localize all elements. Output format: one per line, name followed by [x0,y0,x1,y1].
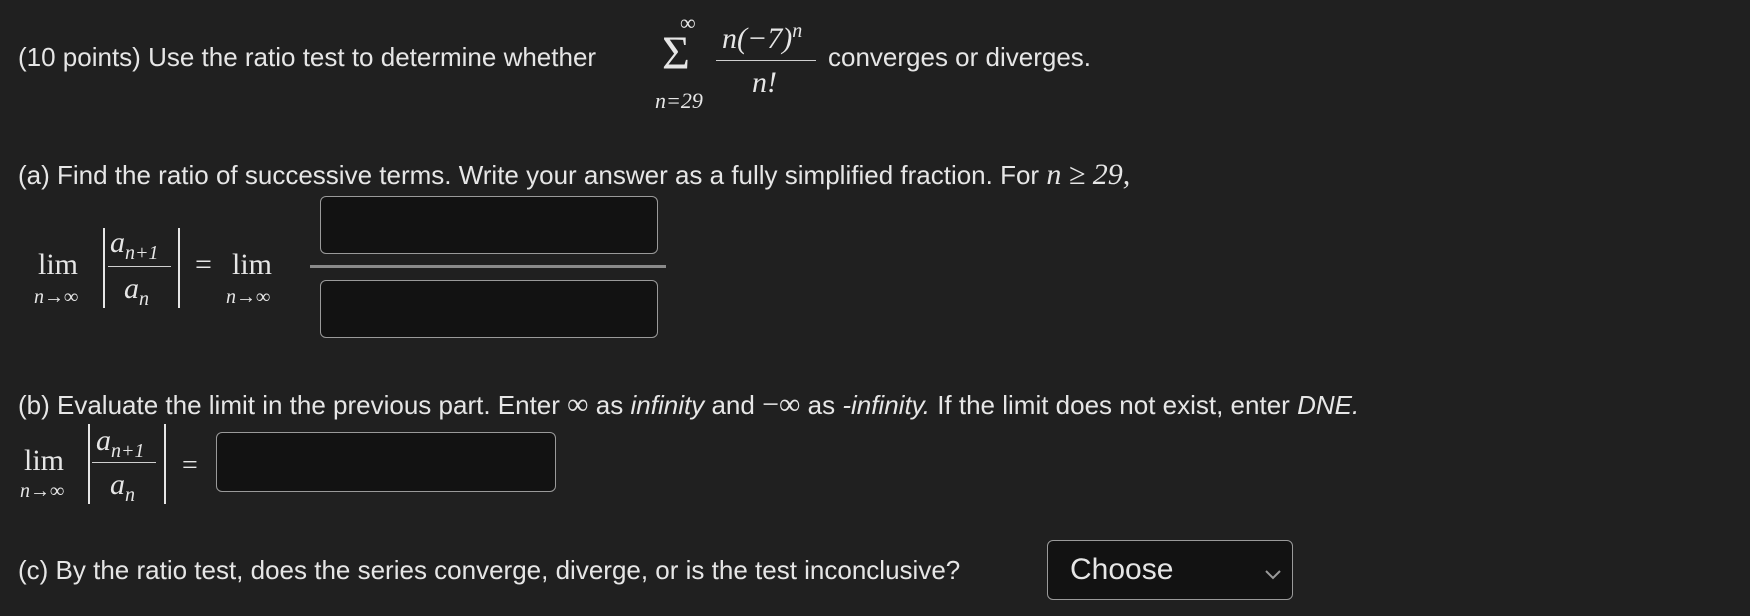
neg-infinity-symbol: −∞ [762,388,801,421]
part-a-equals: = [195,248,212,281]
part-a-lim-sub: n→∞ [34,286,79,308]
part-b-lim: lim [24,444,65,477]
conclusion-select-value: Choose [1070,553,1174,586]
answer-fraction-bar [310,265,666,268]
sigma-symbol: Σ [662,27,690,80]
part-a-abs-left [103,228,105,308]
part-a-abs-right [178,228,180,308]
part-b-lim-sub: n→∞ [20,480,65,502]
chevron-down-icon [1262,559,1284,581]
part-a-ratio-numerator: an+1 [110,226,159,264]
question-outro: converges or diverges. [828,42,1092,72]
part-a-lim2: lim [232,248,273,281]
part-a-condition: n ≥ 29, [1046,158,1131,191]
term-numerator: n(−7)n [722,20,803,55]
part-c-prompt: (c) By the ratio test, does the series c… [18,555,961,585]
part-b-prompt: (b) Evaluate the limit in the previous p… [18,388,1360,421]
part-a-ratio-bar [108,266,171,267]
sum-lower-limit: n=29 [655,88,703,113]
numerator-input[interactable] [320,196,658,254]
part-a-prompt: (a) Find the ratio of successive terms. … [18,158,1131,191]
part-b-abs-right [164,424,166,504]
infinity-symbol: ∞ [567,388,589,421]
part-b-abs-left [88,424,90,504]
limit-answer-input[interactable] [216,432,556,492]
part-a-ratio-denominator: an [124,272,149,310]
conclusion-select[interactable]: Choose [1047,540,1293,600]
part-b-ratio-numerator: an+1 [96,424,145,462]
term-denominator: n! [752,66,777,99]
part-b-equals: = [182,450,198,481]
denominator-input[interactable] [320,280,658,338]
part-a-lim2-sub: n→∞ [226,286,271,308]
part-b-ratio-bar [92,462,156,463]
term-fraction-bar [716,60,816,61]
part-b-ratio-denominator: an [110,468,135,506]
question-intro: (10 points) Use the ratio test to determ… [18,42,597,72]
part-a-lim: lim [38,248,79,281]
